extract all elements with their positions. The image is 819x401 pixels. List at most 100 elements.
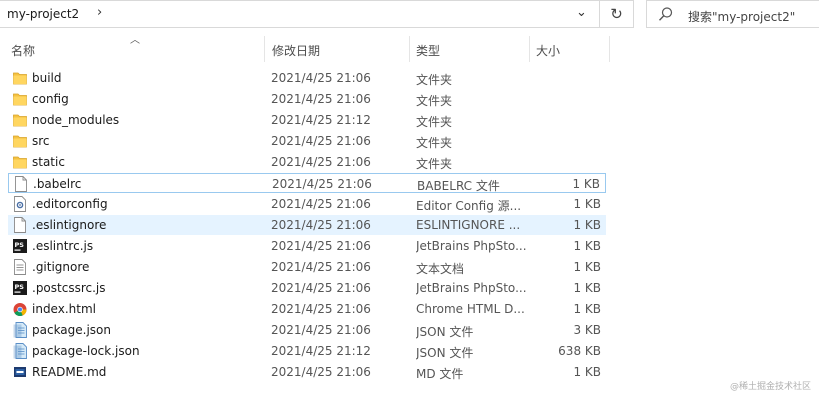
folder-icon <box>13 112 27 128</box>
breadcrumb-my-project2[interactable]: my-project2 <box>7 7 79 21</box>
blank-file-icon <box>14 176 28 192</box>
refresh-button[interactable]: ↻ <box>600 0 634 28</box>
file-row[interactable]: config 2021/4/25 21:06 文件夹 <box>8 89 606 109</box>
file-size: 1 KB <box>573 365 601 379</box>
file-date: 2021/4/25 21:06 <box>271 302 371 316</box>
column-name[interactable]: 名称 <box>11 42 35 59</box>
file-row[interactable]: .gitignore 2021/4/25 21:06 文本文档 1 KB <box>8 257 606 277</box>
watermark: @稀土掘金技术社区 <box>729 382 811 392</box>
file-type: 文件夹 <box>416 94 453 108</box>
file-name: package-lock.json <box>32 344 140 358</box>
search-box[interactable]: 搜索"my-project2" <box>646 0 819 28</box>
file-type: Editor Config 源... <box>416 199 522 213</box>
file-row[interactable]: src 2021/4/25 21:06 文件夹 <box>8 131 606 151</box>
file-date: 2021/4/25 21:06 <box>271 155 371 169</box>
folder-icon <box>13 91 27 107</box>
file-date: 2021/4/25 21:06 <box>271 323 371 337</box>
file-row[interactable]: PS .postcssrc.js 2021/4/25 21:06 JetBrains … <box>8 278 606 298</box>
file-type: 文本文档 <box>416 262 465 276</box>
file-type: 文件夹 <box>416 73 453 87</box>
file-date: 2021/4/25 21:06 <box>271 134 371 148</box>
search-input[interactable]: 搜索"my-project2" <box>688 8 795 25</box>
chrome-icon <box>13 301 27 317</box>
file-name: package.json <box>32 323 112 337</box>
file-row[interactable]: node_modules 2021/4/25 21:12 文件夹 <box>8 110 606 130</box>
file-name: src <box>32 134 50 148</box>
json-file-icon <box>13 343 27 359</box>
config-file-icon <box>13 196 27 212</box>
column-type[interactable]: 类型 <box>416 42 440 59</box>
file-type: JSON 文件 <box>416 325 474 339</box>
file-row[interactable]: static 2021/4/25 21:06 文件夹 <box>8 152 606 172</box>
md-file-icon <box>13 364 27 380</box>
folder-icon <box>13 70 27 86</box>
file-row[interactable]: .babelrc 2021/4/25 21:06 BABELRC 文件 1 KB <box>8 173 606 193</box>
file-date: 2021/4/25 21:06 <box>271 260 371 274</box>
address-bar[interactable]: my-project2 › ⌄ <box>0 0 600 28</box>
file-row[interactable]: .eslintignore 2021/4/25 21:06 ESLINTIGNORE… <box>8 215 606 235</box>
file-type: 文件夹 <box>416 115 453 129</box>
file-row[interactable]: index.html 2021/4/25 21:06 Chrome HTML D..… <box>8 299 606 319</box>
file-name: build <box>32 71 62 85</box>
column-divider[interactable] <box>264 36 265 62</box>
file-row[interactable]: package.json 2021/4/25 21:06 JSON 文件 3 KB <box>8 320 606 340</box>
phpstorm-icon: PS <box>13 238 27 254</box>
file-date: 2021/4/25 21:06 <box>271 218 371 232</box>
file-name: .babelrc <box>33 177 82 191</box>
file-date: 2021/4/25 21:06 <box>271 71 371 85</box>
file-date: 2021/4/25 21:12 <box>271 113 371 127</box>
refresh-icon: ↻ <box>610 5 623 23</box>
file-date: 2021/4/25 21:06 <box>271 365 371 379</box>
file-row[interactable]: PS .eslintrc.js 2021/4/25 21:06 JetBrains P… <box>8 236 606 256</box>
file-date: 2021/4/25 21:12 <box>271 344 371 358</box>
file-size: 1 KB <box>573 260 601 274</box>
folder-icon <box>13 133 27 149</box>
file-name: .editorconfig <box>32 197 108 211</box>
folder-icon <box>13 154 27 170</box>
phpstorm-icon: PS <box>13 280 27 296</box>
file-date: 2021/4/25 21:06 <box>272 177 372 191</box>
file-type: JetBrains PhpSto... <box>416 239 527 253</box>
file-name: .gitignore <box>32 260 90 274</box>
file-size: 3 KB <box>573 323 601 337</box>
file-name: index.html <box>32 302 96 316</box>
search-icon <box>658 7 673 21</box>
file-type: Chrome HTML D... <box>416 302 525 316</box>
file-type: 文件夹 <box>416 157 453 171</box>
file-row[interactable]: .editorconfig 2021/4/25 21:06 Editor Confi… <box>8 194 606 214</box>
history-dropdown-icon[interactable]: ⌄ <box>576 5 587 20</box>
svg-text:PS: PS <box>15 283 25 291</box>
file-name: .eslintrc.js <box>32 239 94 253</box>
text-file-icon <box>13 259 27 275</box>
file-row[interactable]: build 2021/4/25 21:06 文件夹 <box>8 68 606 88</box>
file-name: static <box>32 155 65 169</box>
svg-text:PS: PS <box>15 241 25 249</box>
file-size: 1 KB <box>573 302 601 316</box>
breadcrumb-chevron-icon[interactable]: › <box>97 5 102 20</box>
file-type: 文件夹 <box>416 136 453 150</box>
column-divider[interactable] <box>609 36 610 62</box>
file-name: .postcssrc.js <box>32 281 106 295</box>
file-row[interactable]: README.md 2021/4/25 21:06 MD 文件 1 KB <box>8 362 606 382</box>
file-name: .eslintignore <box>32 218 107 232</box>
file-date: 2021/4/25 21:06 <box>271 92 371 106</box>
file-size: 1 KB <box>573 281 601 295</box>
column-divider[interactable] <box>409 36 410 62</box>
file-type: ESLINTIGNORE ... <box>416 218 521 232</box>
file-name: node_modules <box>32 113 120 127</box>
sort-ascending-icon: ︿ <box>130 35 140 46</box>
file-size: 1 KB <box>573 218 601 232</box>
file-type: BABELRC 文件 <box>417 179 500 193</box>
file-name: README.md <box>32 365 107 379</box>
file-type: JSON 文件 <box>416 346 474 360</box>
column-header: ︿ 名称 修改日期 类型 大小 <box>0 35 610 62</box>
blank-file-icon <box>13 217 27 233</box>
column-divider[interactable] <box>529 36 530 62</box>
column-date[interactable]: 修改日期 <box>272 42 320 59</box>
file-size: 1 KB <box>572 177 600 191</box>
file-type: MD 文件 <box>416 367 464 381</box>
file-row[interactable]: package-lock.json 2021/4/25 21:12 JSON 文件 6… <box>8 341 606 361</box>
file-size: 638 KB <box>558 344 601 358</box>
file-date: 2021/4/25 21:06 <box>271 281 371 295</box>
column-size[interactable]: 大小 <box>536 42 560 59</box>
